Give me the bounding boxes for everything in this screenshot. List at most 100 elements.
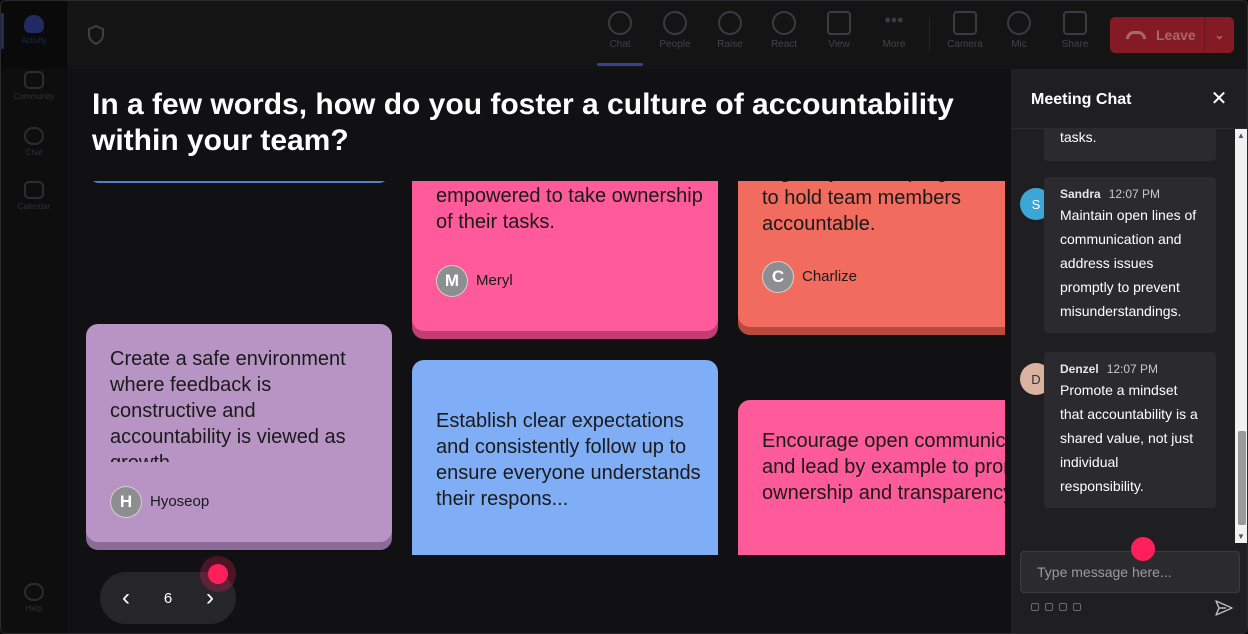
message-text: tasks.	[1060, 129, 1097, 145]
toolbar-label: React	[770, 39, 798, 50]
react-button[interactable]: React	[758, 11, 810, 61]
community-icon	[24, 71, 44, 89]
page-number: 6	[163, 589, 173, 607]
chat-icon	[24, 127, 44, 145]
leave-label: Leave	[1156, 27, 1196, 43]
active-tab-indicator	[597, 63, 643, 66]
toolbar-divider	[929, 17, 930, 53]
message-time: 12:07 PM	[1108, 187, 1161, 201]
shield-icon[interactable]	[87, 25, 105, 45]
gif-icon[interactable]	[1073, 603, 1081, 611]
avatar: C	[762, 261, 794, 293]
mic-button[interactable]: Mic	[993, 11, 1045, 61]
note-card[interactable]: Create a safe environment where feedback…	[86, 324, 392, 542]
emoji-icon[interactable]	[1059, 603, 1067, 611]
note-card[interactable]: empowered to take ownership of their tas…	[412, 181, 718, 331]
rail-label: Chat	[25, 148, 43, 157]
note-card[interactable]: Establish clear expectations and consist…	[412, 360, 718, 555]
meeting-toolbar: Chat People Raise React View ••• More Ca…	[67, 1, 1247, 69]
bell-icon	[24, 15, 44, 33]
attach-icon[interactable]	[1045, 603, 1053, 611]
share-icon	[1063, 11, 1087, 35]
scroll-down-icon[interactable]: ▼	[1237, 532, 1245, 541]
avatar: H	[110, 486, 142, 518]
hand-icon	[718, 11, 742, 35]
toolbar-label: Mic	[1011, 39, 1027, 50]
app-rail: Activity Community Chat Calendar Help	[1, 1, 67, 633]
rail-help[interactable]: Help	[1, 575, 67, 629]
camera-button[interactable]: Camera	[939, 11, 991, 61]
smiley-icon	[772, 11, 796, 35]
question-title: In a few words, how do you foster a cult…	[92, 88, 954, 157]
rail-label: Help	[25, 604, 43, 613]
note-text: regularly review progress to hold team m…	[762, 181, 985, 235]
chat-scrollbar[interactable]: ▲ ▼	[1235, 129, 1247, 543]
note-text: empowered to take ownership of their tas…	[436, 185, 703, 233]
toolbar-label: More	[882, 39, 906, 50]
toolbar-label: Chat	[609, 39, 631, 50]
meeting-chat-panel: Meeting Chat ✕ tasks. S Sandra 12:07 PM M…	[1011, 69, 1247, 633]
rail-chat[interactable]: Chat	[1, 119, 67, 173]
calendar-icon	[24, 181, 44, 199]
avatar: M	[436, 265, 468, 297]
view-button[interactable]: View	[813, 11, 865, 61]
chevron-left-icon[interactable]: ‹	[100, 572, 152, 624]
message-text: Promote a mindset that accountability is…	[1060, 382, 1198, 494]
sender-name: Sandra	[1060, 187, 1101, 201]
rail-label: Activity	[21, 36, 47, 45]
avatar-initial: D	[1031, 371, 1041, 387]
leave-button[interactable]: Leave ⌄	[1110, 17, 1234, 53]
close-icon[interactable]: ✕	[1209, 89, 1229, 109]
chat-header: Meeting Chat ✕	[1011, 69, 1247, 129]
message-meta: Sandra 12:07 PM	[1060, 187, 1200, 201]
note-card[interactable]: regularly review progress to hold team m…	[738, 181, 1005, 327]
meeting-window: Activity Community Chat Calendar Help Ch…	[0, 0, 1248, 634]
author-name: Meryl	[476, 272, 513, 289]
chat-message: Sandra 12:07 PM Maintain open lines of co…	[1044, 177, 1216, 333]
people-icon	[663, 11, 687, 35]
note-card-partial[interactable]	[89, 181, 389, 183]
note-author: H Hyoseop	[110, 486, 209, 518]
pointer-cursor	[1131, 537, 1155, 561]
toolbar-label: People	[659, 39, 691, 50]
toolbar-label: View	[828, 39, 850, 50]
note-author: M Meryl	[436, 265, 513, 297]
note-text: Create a safe environment where feedback…	[110, 348, 346, 462]
raise-hand-button[interactable]: Raise	[704, 11, 756, 61]
format-icon[interactable]	[1031, 603, 1039, 611]
rail-activity[interactable]: Activity	[1, 7, 67, 61]
toolbar-label: Raise	[717, 39, 743, 50]
rail-community[interactable]: Community	[1, 63, 67, 117]
people-button[interactable]: People	[649, 11, 701, 61]
note-author: C Charlize	[762, 261, 857, 293]
notes-board[interactable]: empowered to take ownership of their tas…	[67, 181, 1005, 555]
message-input[interactable]: Type message here...	[1020, 551, 1240, 593]
chat-button[interactable]: Chat	[594, 11, 646, 61]
avatar-initial: S	[1031, 196, 1041, 212]
scroll-up-icon[interactable]: ▲	[1237, 131, 1245, 140]
rail-calendar[interactable]: Calendar	[1, 173, 67, 227]
whiteboard-stage: In a few words, how do you foster a cult…	[67, 69, 1011, 633]
more-button[interactable]: ••• More	[868, 11, 920, 61]
chat-messages[interactable]: tasks. S Sandra 12:07 PM Maintain open li…	[1011, 129, 1247, 543]
note-card[interactable]: Encourage open communication and lead by…	[738, 400, 1005, 555]
chat-title: Meeting Chat	[1031, 91, 1132, 108]
share-button[interactable]: Share	[1049, 11, 1101, 61]
rail-label: Calendar	[17, 202, 51, 211]
format-toolbar	[1031, 603, 1081, 611]
note-text: Establish clear expectations and consist…	[436, 410, 701, 510]
scroll-thumb[interactable]	[1238, 431, 1246, 525]
send-icon[interactable]	[1215, 599, 1233, 617]
camera-off-icon	[953, 11, 977, 35]
chevron-down-icon[interactable]: ⌄	[1204, 17, 1234, 53]
rail-label: Community	[13, 92, 55, 101]
author-name: Charlize	[802, 268, 858, 285]
pointer-cursor	[208, 564, 228, 584]
chat-message-partial: tasks.	[1044, 129, 1216, 161]
help-icon	[24, 583, 44, 601]
message-time: 12:07 PM	[1106, 362, 1159, 376]
toolbar-label: Camera	[947, 39, 983, 50]
sender-name: Denzel	[1060, 362, 1099, 376]
author-name: Hyoseop	[150, 493, 210, 510]
grid-icon	[827, 11, 851, 35]
